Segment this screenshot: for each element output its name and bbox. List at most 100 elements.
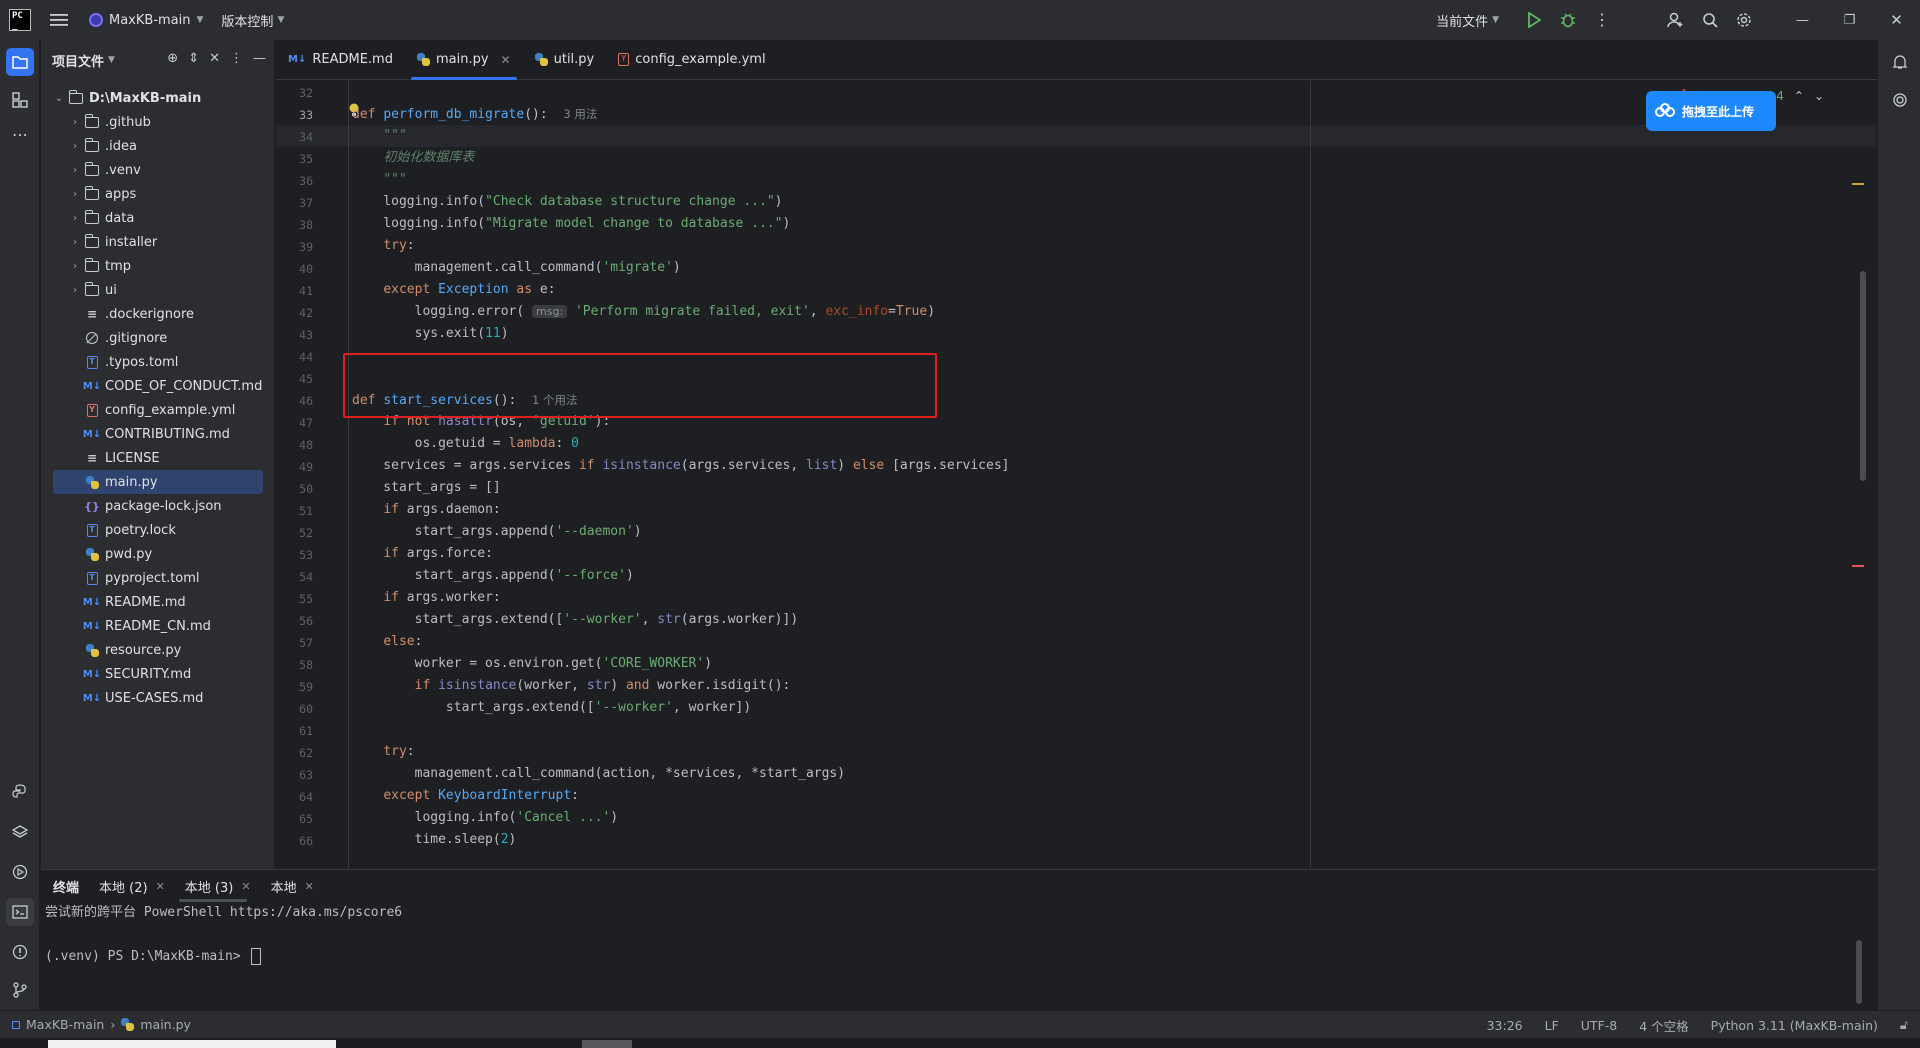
line-number: 56 — [299, 614, 313, 628]
hide-panel-icon[interactable]: — — [253, 51, 266, 66]
tree-file[interactable]: M↓ SECURITY.md — [41, 662, 275, 686]
tree-file[interactable]: Yconfig_example.yml — [41, 398, 275, 422]
terminal-tab-local[interactable]: 本地 ✕ — [261, 870, 324, 902]
settings-button[interactable] — [1727, 0, 1761, 40]
bell-icon — [1892, 55, 1908, 69]
git-tool-button[interactable] — [6, 976, 34, 1004]
notifications-button[interactable] — [1886, 48, 1914, 76]
python-interpreter[interactable]: Python 3.11 (MaxKB-main) — [1711, 1018, 1878, 1033]
tree-file[interactable]: M↓ README_CN.md — [41, 614, 275, 638]
more-tools-button[interactable]: ⋯ — [6, 120, 34, 148]
options-icon[interactable]: ⋮ — [230, 51, 243, 66]
breadcrumb-file[interactable]: main.py — [140, 1017, 191, 1032]
tree-folder[interactable]: › data — [41, 206, 275, 230]
tree-file[interactable]: ≡ .dockerignore — [41, 302, 275, 326]
tab-util-py[interactable]: util.py — [523, 40, 607, 80]
code-line-57: else: — [383, 634, 423, 649]
python-console-button[interactable] — [6, 778, 34, 806]
chevron-down-icon[interactable]: ⌄ — [1814, 89, 1824, 103]
locate-file-icon[interactable]: ⊕ — [167, 51, 178, 66]
project-view-selector[interactable]: 项目文件 ▼ — [52, 51, 115, 70]
code-line-39: try: — [383, 238, 415, 253]
expand-all-icon[interactable]: ⇕ — [188, 51, 199, 66]
file-encoding[interactable]: UTF-8 — [1581, 1018, 1617, 1033]
indent-setting[interactable]: 4 个空格 — [1639, 1016, 1688, 1035]
terminal-tab-local-3[interactable]: 本地 (3) ✕ — [175, 870, 261, 902]
close-tab-icon[interactable]: ✕ — [501, 53, 511, 67]
line-separator[interactable]: LF — [1545, 1018, 1559, 1033]
vcs-menu[interactable]: 版本控制 ▼ — [221, 11, 284, 30]
structure-tool-button[interactable] — [6, 86, 34, 114]
usage-hint[interactable]: 3 用法 — [563, 107, 597, 121]
collapse-all-icon[interactable]: ✕ — [209, 51, 220, 66]
breadcrumb-project[interactable]: MaxKB-main — [26, 1017, 104, 1032]
tree-file[interactable]: M↓ CODE_OF_CONDUCT.md — [41, 374, 275, 398]
warning-marker[interactable] — [1852, 183, 1864, 185]
tree-folder[interactable]: › ui — [41, 278, 275, 302]
line-number: 34 — [299, 130, 313, 144]
main-menu-icon[interactable] — [49, 10, 69, 30]
status-bar: MaxKB-main › main.py 33:26 LF UTF-8 4 个空… — [0, 1010, 1920, 1038]
close-window-button[interactable]: ✕ — [1873, 0, 1920, 40]
tree-item-label: LICENSE — [105, 450, 160, 466]
tree-folder[interactable]: › installer — [41, 230, 275, 254]
chevron-up-icon[interactable]: ⌃ — [1794, 89, 1804, 103]
ai-assistant-button[interactable] — [1886, 86, 1914, 114]
tree-file[interactable]: M↓ USE-CASES.md — [41, 686, 275, 710]
project-switcher[interactable]: MaxKB-main ▼ — [89, 13, 203, 28]
tree-file[interactable]: main.py — [53, 470, 263, 494]
terminal-tab-local-2[interactable]: 本地 (2) ✕ — [89, 870, 175, 902]
editor-scrollbar[interactable] — [1860, 271, 1866, 481]
run-config-selector[interactable]: 当前文件 ▼ — [1436, 11, 1499, 30]
tree-folder[interactable]: › apps — [41, 182, 275, 206]
chevron-right-icon: › — [110, 1017, 116, 1032]
problems-tool-button[interactable] — [6, 938, 34, 966]
close-tab-icon[interactable]: ✕ — [156, 880, 165, 893]
tree-file[interactable]: ≡ LICENSE — [41, 446, 275, 470]
tree-file[interactable]: M↓ README.md — [41, 590, 275, 614]
project-tool-button[interactable] — [6, 48, 34, 76]
caret-position[interactable]: 33:26 — [1487, 1018, 1523, 1033]
tree-folder[interactable]: › tmp — [41, 254, 275, 278]
tree-file[interactable]: Tpoetry.lock — [41, 518, 275, 542]
upload-drop-badge[interactable]: 拖拽至此上传 — [1646, 91, 1776, 131]
add-user-button[interactable] — [1659, 0, 1693, 40]
tree-folder[interactable]: › .github — [41, 110, 275, 134]
taskbar-item[interactable] — [48, 1040, 336, 1048]
search-button[interactable] — [1693, 0, 1727, 40]
tree-folder[interactable]: › .idea — [41, 134, 275, 158]
lock-icon[interactable]: 🔓︎ — [1900, 1017, 1908, 1033]
tab-config-example[interactable]: Y config_example.yml — [606, 40, 777, 80]
python-file-icon — [83, 546, 101, 562]
run-button[interactable] — [1517, 0, 1551, 40]
tab-main-py[interactable]: main.py ✕ — [405, 40, 523, 80]
restore-button[interactable]: ❐ — [1826, 0, 1873, 40]
close-tab-icon[interactable]: ✕ — [241, 880, 250, 893]
tree-file[interactable]: resource.py — [41, 638, 275, 662]
debug-button[interactable] — [1551, 0, 1585, 40]
tree-file[interactable]: {} package-lock.json — [41, 494, 275, 518]
tree-item-label: .typos.toml — [105, 354, 179, 370]
run-tool-button[interactable] — [6, 858, 34, 886]
tree-file[interactable]: Tpyproject.toml — [41, 566, 275, 590]
taskbar-item[interactable] — [582, 1040, 632, 1048]
tab-readme[interactable]: M↓ README.md — [276, 40, 405, 80]
tree-root[interactable]: ⌄ D:\MaxKB-main — [41, 86, 275, 110]
tree-folder[interactable]: › .venv — [41, 158, 275, 182]
terminal-cursor — [250, 948, 261, 965]
code-line-55: if args.worker: — [383, 590, 501, 605]
more-actions-button[interactable]: ⋮ — [1585, 0, 1619, 40]
minimize-button[interactable]: — — [1779, 0, 1826, 40]
services-layers-button[interactable] — [6, 818, 34, 846]
code-line-48: os.getuid = lambda: 0 — [352, 436, 579, 451]
tree-file[interactable]: pwd.py — [41, 542, 275, 566]
terminal-output[interactable]: 尝试新的跨平台 PowerShell https://aka.ms/pscore… — [41, 902, 1876, 968]
terminal-scrollbar[interactable] — [1856, 940, 1862, 1004]
error-marker[interactable] — [1852, 565, 1864, 567]
tree-file[interactable]: M↓ CONTRIBUTING.md — [41, 422, 275, 446]
code-editor[interactable]: 3132333435363738394041424344454647484950… — [276, 81, 1876, 868]
tree-file[interactable]: .gitignore — [41, 326, 275, 350]
terminal-tool-button[interactable] — [6, 898, 34, 926]
tree-file[interactable]: T .typos.toml — [41, 350, 275, 374]
close-tab-icon[interactable]: ✕ — [305, 880, 314, 893]
